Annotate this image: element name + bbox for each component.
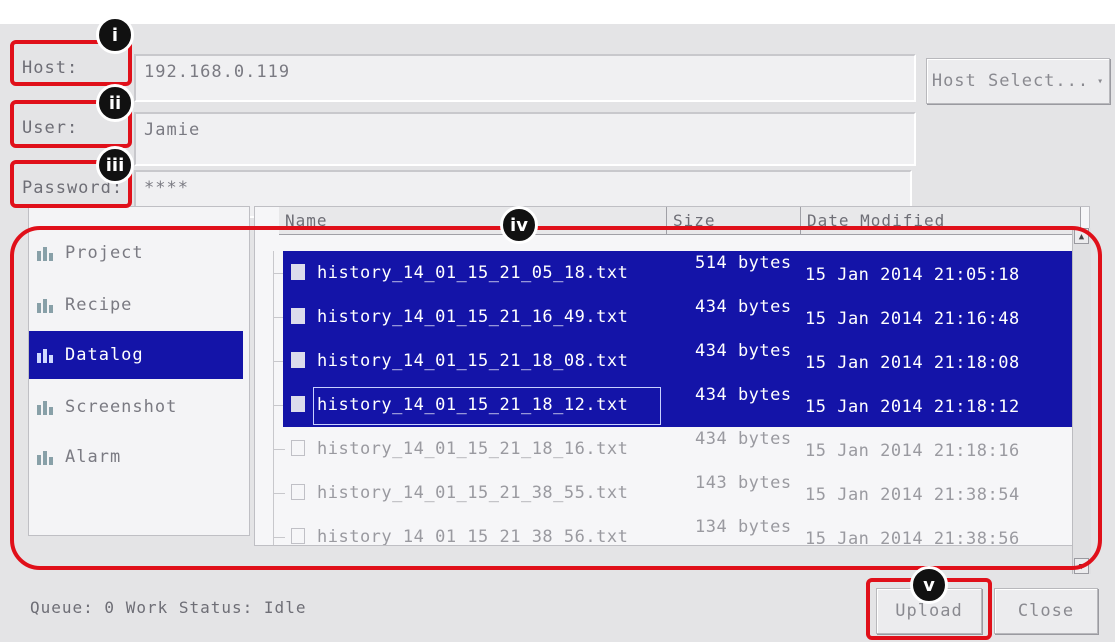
annotation-badge: ii: [96, 84, 134, 122]
status-text: Queue: 0 Work Status: Idle: [30, 598, 307, 617]
close-button[interactable]: Close: [994, 588, 1098, 634]
annotation-badge: v: [910, 566, 948, 604]
host-select-button[interactable]: Host Select... ▾: [926, 58, 1110, 104]
annotation-badge: iv: [500, 206, 538, 244]
chevron-down-icon: ▾: [1097, 75, 1105, 87]
annotation-box-browser: [10, 226, 1102, 570]
annotation-badge: i: [96, 16, 134, 54]
host-select-label: Host Select...: [931, 71, 1090, 91]
user-input[interactable]: Jamie: [134, 112, 916, 166]
annotation-badge: iii: [96, 146, 134, 184]
host-input[interactable]: 192.168.0.119: [134, 54, 916, 102]
